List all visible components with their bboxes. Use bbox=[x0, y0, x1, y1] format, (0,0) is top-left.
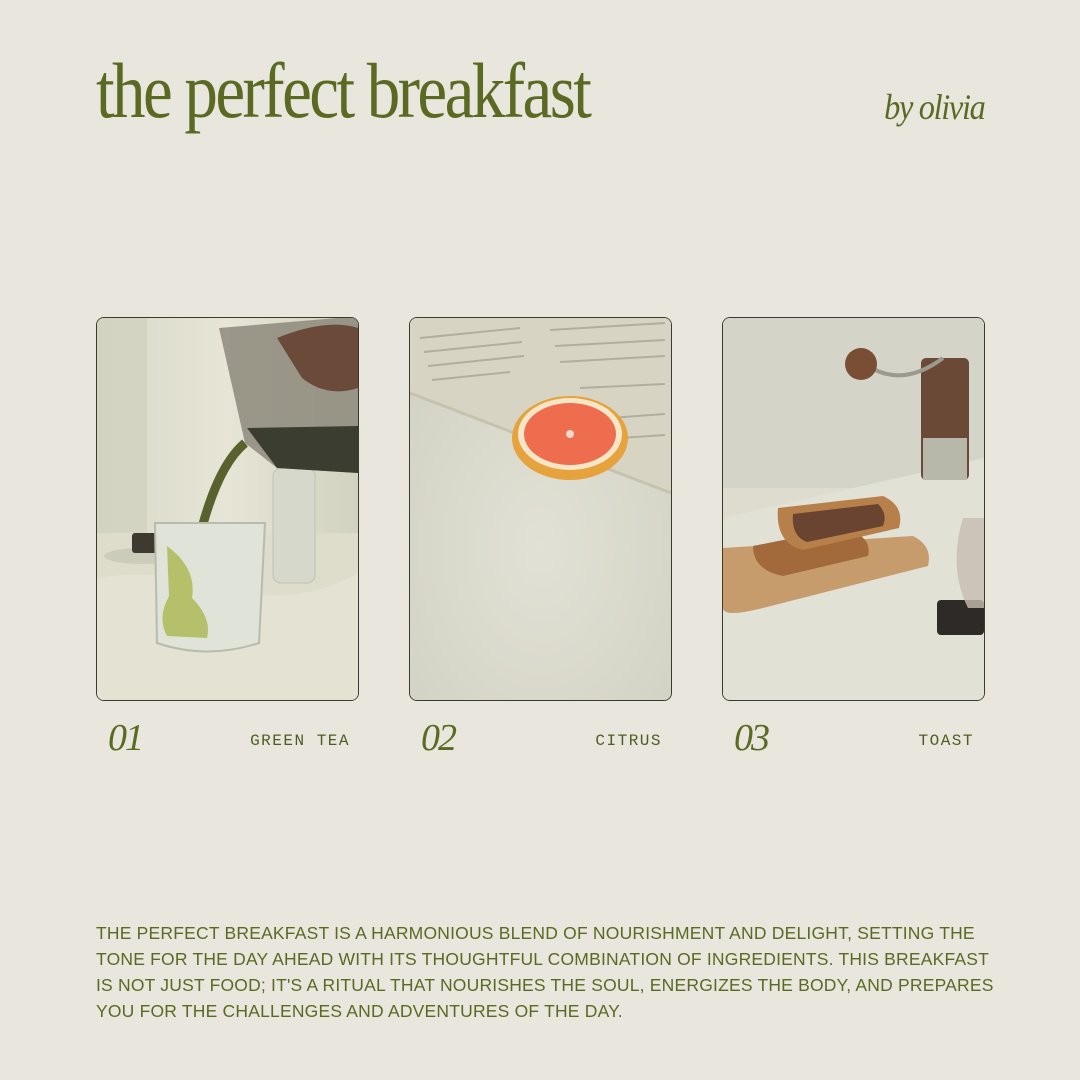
card-number-01: 01 bbox=[108, 717, 144, 759]
toast-image bbox=[723, 318, 984, 700]
card-label-citrus: CITRUS bbox=[595, 732, 662, 750]
card-label-toast: TOAST bbox=[918, 732, 974, 750]
green-tea-photo bbox=[96, 317, 359, 701]
toast-photo bbox=[722, 317, 985, 701]
card-label-green-tea: GREEN TEA bbox=[250, 732, 350, 750]
description-paragraph: THE PERFECT BREAKFAST IS A HARMONIOUS BL… bbox=[96, 923, 994, 1021]
page-title: the perfect breakfast bbox=[96, 47, 592, 134]
citrus-photo bbox=[409, 317, 672, 701]
card-number-03: 03 bbox=[734, 717, 770, 759]
green-tea-image bbox=[97, 318, 358, 700]
card-number-02: 02 bbox=[421, 717, 457, 759]
citrus-image bbox=[410, 318, 671, 700]
author-byline: by olivia bbox=[883, 87, 986, 127]
